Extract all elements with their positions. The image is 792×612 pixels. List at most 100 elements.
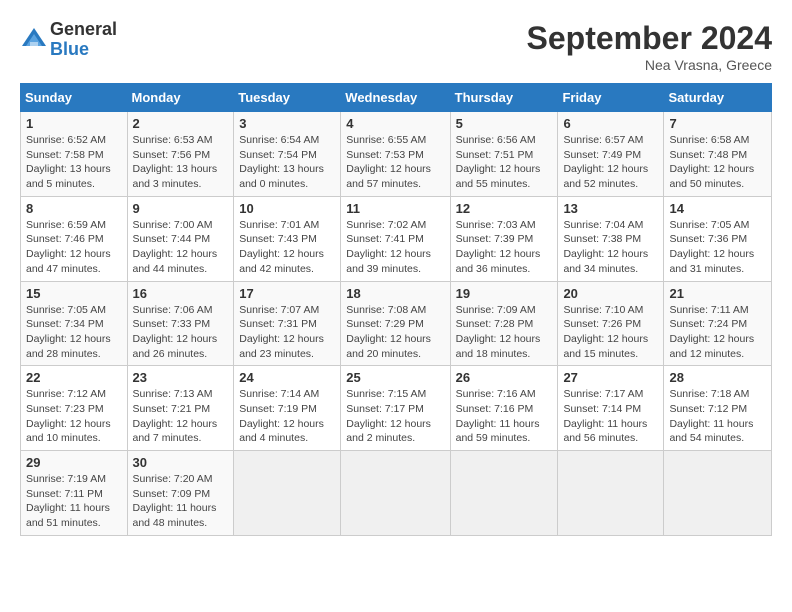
- day-detail: Sunrise: 7:05 AMSunset: 7:36 PMDaylight:…: [669, 219, 754, 275]
- week-row-3: 15 Sunrise: 7:05 AMSunset: 7:34 PMDayligh…: [21, 281, 772, 366]
- day-detail: Sunrise: 7:07 AMSunset: 7:31 PMDaylight:…: [239, 304, 324, 360]
- day-cell: 4 Sunrise: 6:55 AMSunset: 7:53 PMDaylight…: [341, 112, 450, 197]
- day-number: 2: [133, 116, 229, 131]
- day-detail: Sunrise: 7:08 AMSunset: 7:29 PMDaylight:…: [346, 304, 431, 360]
- day-detail: Sunrise: 6:58 AMSunset: 7:48 PMDaylight:…: [669, 134, 754, 190]
- logo-general: General: [50, 20, 117, 40]
- calendar-table: SundayMondayTuesdayWednesdayThursdayFrid…: [20, 83, 772, 536]
- day-number: 29: [26, 455, 122, 470]
- day-cell: 7 Sunrise: 6:58 AMSunset: 7:48 PMDaylight…: [664, 112, 772, 197]
- day-detail: Sunrise: 7:10 AMSunset: 7:26 PMDaylight:…: [563, 304, 648, 360]
- day-detail: Sunrise: 6:55 AMSunset: 7:53 PMDaylight:…: [346, 134, 431, 190]
- header-thursday: Thursday: [450, 84, 558, 112]
- day-number: 13: [563, 201, 658, 216]
- day-detail: Sunrise: 6:54 AMSunset: 7:54 PMDaylight:…: [239, 134, 324, 190]
- day-detail: Sunrise: 6:56 AMSunset: 7:51 PMDaylight:…: [456, 134, 541, 190]
- header-friday: Friday: [558, 84, 664, 112]
- logo-icon: [20, 26, 48, 54]
- day-detail: Sunrise: 7:18 AMSunset: 7:12 PMDaylight:…: [669, 388, 753, 444]
- day-cell: 1 Sunrise: 6:52 AMSunset: 7:58 PMDaylight…: [21, 112, 128, 197]
- day-detail: Sunrise: 7:11 AMSunset: 7:24 PMDaylight:…: [669, 304, 754, 360]
- week-row-1: 1 Sunrise: 6:52 AMSunset: 7:58 PMDaylight…: [21, 112, 772, 197]
- header-monday: Monday: [127, 84, 234, 112]
- day-cell: 14 Sunrise: 7:05 AMSunset: 7:36 PMDayligh…: [664, 196, 772, 281]
- day-number: 12: [456, 201, 553, 216]
- logo-text: General Blue: [50, 20, 117, 60]
- day-number: 1: [26, 116, 122, 131]
- day-detail: Sunrise: 7:12 AMSunset: 7:23 PMDaylight:…: [26, 388, 111, 444]
- day-number: 6: [563, 116, 658, 131]
- day-detail: Sunrise: 7:15 AMSunset: 7:17 PMDaylight:…: [346, 388, 431, 444]
- day-cell: 2 Sunrise: 6:53 AMSunset: 7:56 PMDaylight…: [127, 112, 234, 197]
- day-cell: 23 Sunrise: 7:13 AMSunset: 7:21 PMDayligh…: [127, 366, 234, 451]
- day-number: 3: [239, 116, 335, 131]
- header-wednesday: Wednesday: [341, 84, 450, 112]
- day-detail: Sunrise: 7:14 AMSunset: 7:19 PMDaylight:…: [239, 388, 324, 444]
- day-detail: Sunrise: 7:16 AMSunset: 7:16 PMDaylight:…: [456, 388, 540, 444]
- day-detail: Sunrise: 6:57 AMSunset: 7:49 PMDaylight:…: [563, 134, 648, 190]
- day-number: 28: [669, 370, 766, 385]
- day-cell: 13 Sunrise: 7:04 AMSunset: 7:38 PMDayligh…: [558, 196, 664, 281]
- day-detail: Sunrise: 6:52 AMSunset: 7:58 PMDaylight:…: [26, 134, 111, 190]
- day-cell: 12 Sunrise: 7:03 AMSunset: 7:39 PMDayligh…: [450, 196, 558, 281]
- day-number: 15: [26, 286, 122, 301]
- day-number: 17: [239, 286, 335, 301]
- day-detail: Sunrise: 7:13 AMSunset: 7:21 PMDaylight:…: [133, 388, 218, 444]
- day-cell: 18 Sunrise: 7:08 AMSunset: 7:29 PMDayligh…: [341, 281, 450, 366]
- day-detail: Sunrise: 7:02 AMSunset: 7:41 PMDaylight:…: [346, 219, 431, 275]
- day-cell: 22 Sunrise: 7:12 AMSunset: 7:23 PMDayligh…: [21, 366, 128, 451]
- day-cell: 15 Sunrise: 7:05 AMSunset: 7:34 PMDayligh…: [21, 281, 128, 366]
- day-number: 21: [669, 286, 766, 301]
- day-number: 8: [26, 201, 122, 216]
- header-sunday: Sunday: [21, 84, 128, 112]
- day-cell: [234, 451, 341, 536]
- day-number: 5: [456, 116, 553, 131]
- title-block: September 2024 Nea Vrasna, Greece: [527, 20, 772, 73]
- day-number: 22: [26, 370, 122, 385]
- day-cell: 8 Sunrise: 6:59 AMSunset: 7:46 PMDaylight…: [21, 196, 128, 281]
- header-row: SundayMondayTuesdayWednesdayThursdayFrid…: [21, 84, 772, 112]
- day-number: 14: [669, 201, 766, 216]
- day-cell: [558, 451, 664, 536]
- day-detail: Sunrise: 7:00 AMSunset: 7:44 PMDaylight:…: [133, 219, 218, 275]
- day-number: 9: [133, 201, 229, 216]
- day-cell: 29 Sunrise: 7:19 AMSunset: 7:11 PMDayligh…: [21, 451, 128, 536]
- day-number: 23: [133, 370, 229, 385]
- day-detail: Sunrise: 7:19 AMSunset: 7:11 PMDaylight:…: [26, 473, 110, 529]
- day-number: 16: [133, 286, 229, 301]
- day-number: 10: [239, 201, 335, 216]
- day-cell: 30 Sunrise: 7:20 AMSunset: 7:09 PMDayligh…: [127, 451, 234, 536]
- week-row-5: 29 Sunrise: 7:19 AMSunset: 7:11 PMDayligh…: [21, 451, 772, 536]
- location: Nea Vrasna, Greece: [527, 57, 772, 73]
- day-cell: 5 Sunrise: 6:56 AMSunset: 7:51 PMDaylight…: [450, 112, 558, 197]
- day-cell: 20 Sunrise: 7:10 AMSunset: 7:26 PMDayligh…: [558, 281, 664, 366]
- day-cell: 28 Sunrise: 7:18 AMSunset: 7:12 PMDayligh…: [664, 366, 772, 451]
- day-number: 30: [133, 455, 229, 470]
- day-detail: Sunrise: 7:01 AMSunset: 7:43 PMDaylight:…: [239, 219, 324, 275]
- day-cell: 9 Sunrise: 7:00 AMSunset: 7:44 PMDaylight…: [127, 196, 234, 281]
- day-number: 19: [456, 286, 553, 301]
- day-detail: Sunrise: 7:03 AMSunset: 7:39 PMDaylight:…: [456, 219, 541, 275]
- day-cell: [664, 451, 772, 536]
- day-detail: Sunrise: 7:04 AMSunset: 7:38 PMDaylight:…: [563, 219, 648, 275]
- day-number: 26: [456, 370, 553, 385]
- week-row-4: 22 Sunrise: 7:12 AMSunset: 7:23 PMDayligh…: [21, 366, 772, 451]
- day-number: 20: [563, 286, 658, 301]
- day-cell: 25Sunrise: 7:15 AMSunset: 7:17 PMDayligh…: [341, 366, 450, 451]
- day-cell: 6 Sunrise: 6:57 AMSunset: 7:49 PMDaylight…: [558, 112, 664, 197]
- day-number: 18: [346, 286, 444, 301]
- day-detail: Sunrise: 7:17 AMSunset: 7:14 PMDaylight:…: [563, 388, 647, 444]
- day-detail: Sunrise: 7:05 AMSunset: 7:34 PMDaylight:…: [26, 304, 111, 360]
- day-number: 4: [346, 116, 444, 131]
- day-cell: 3 Sunrise: 6:54 AMSunset: 7:54 PMDaylight…: [234, 112, 341, 197]
- day-cell: 19Sunrise: 7:09 AMSunset: 7:28 PMDayligh…: [450, 281, 558, 366]
- day-detail: Sunrise: 6:59 AMSunset: 7:46 PMDaylight:…: [26, 219, 111, 275]
- page-header: General Blue September 2024 Nea Vrasna, …: [20, 20, 772, 73]
- header-saturday: Saturday: [664, 84, 772, 112]
- day-cell: [450, 451, 558, 536]
- day-detail: Sunrise: 6:53 AMSunset: 7:56 PMDaylight:…: [133, 134, 218, 190]
- day-detail: Sunrise: 7:20 AMSunset: 7:09 PMDaylight:…: [133, 473, 217, 529]
- day-number: 7: [669, 116, 766, 131]
- month-title: September 2024: [527, 20, 772, 57]
- day-cell: 26 Sunrise: 7:16 AMSunset: 7:16 PMDayligh…: [450, 366, 558, 451]
